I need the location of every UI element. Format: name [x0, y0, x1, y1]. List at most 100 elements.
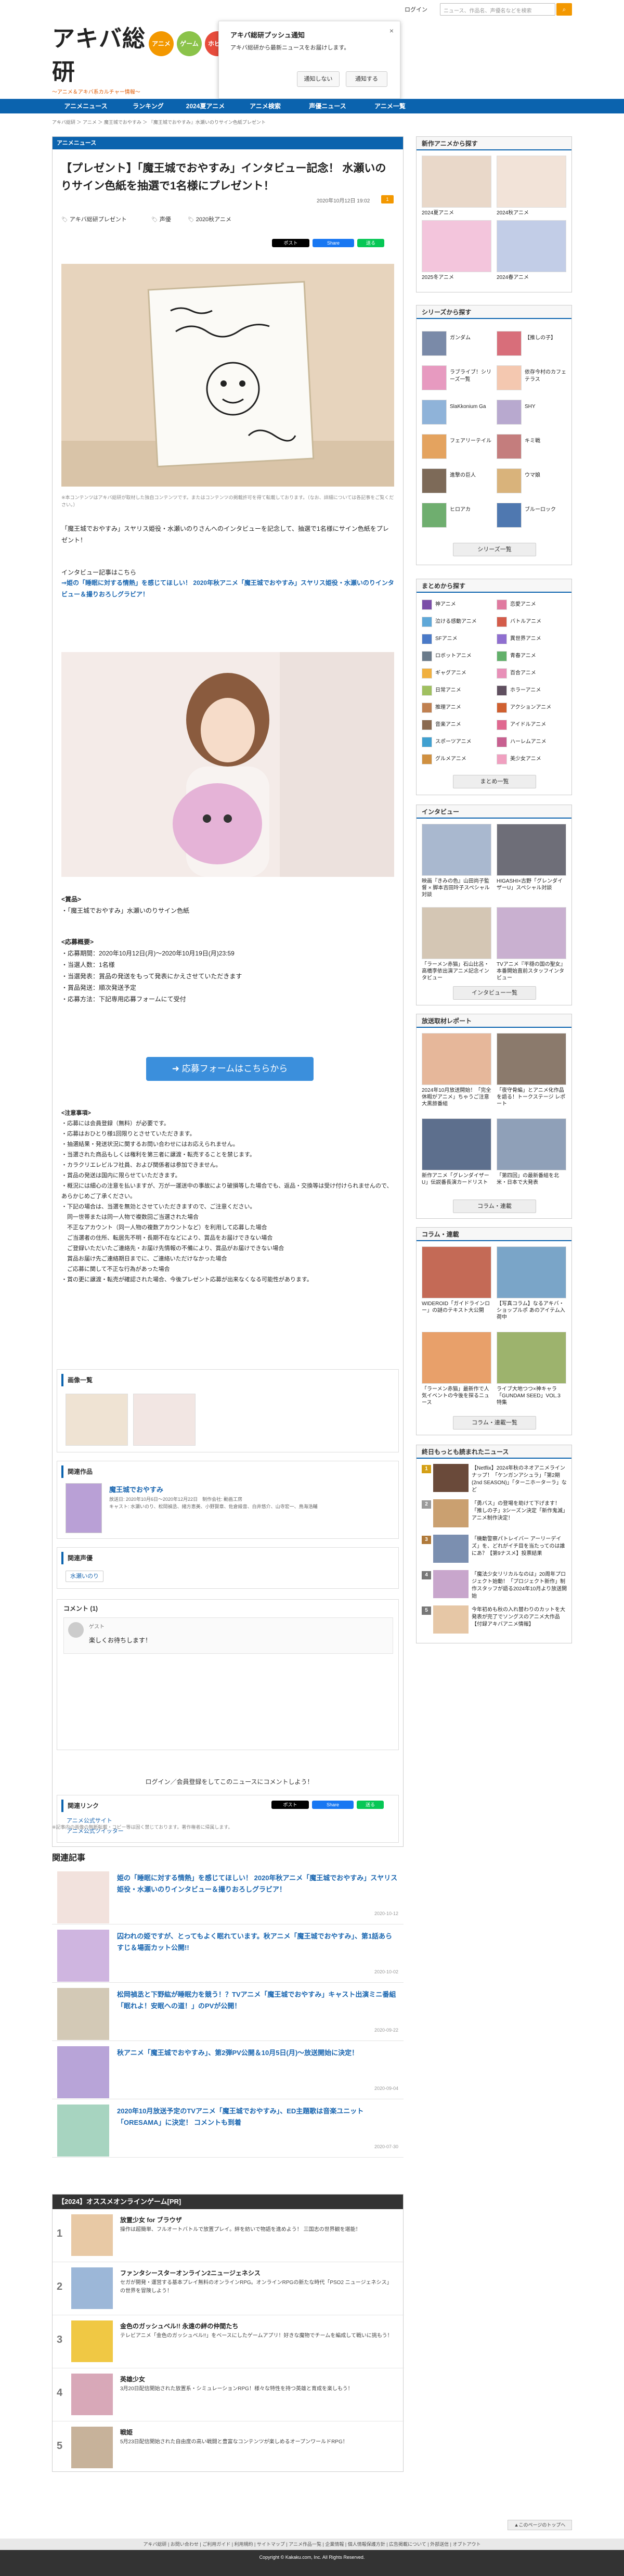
ranking-title[interactable]: 今年初めも秋の入れ替わりのカットを大発表が完了でソングスのアニメ大作品【付録アキ… — [472, 1606, 567, 1628]
matome-item[interactable]: アクションアニメ — [497, 701, 567, 715]
nav-summer-anime[interactable]: 2024夏アニメ — [177, 99, 234, 113]
interview-thumb[interactable] — [422, 824, 491, 876]
matome-item[interactable]: ロボットアニメ — [422, 649, 492, 663]
series-item[interactable]: SlaKkonium Ga — [422, 398, 492, 427]
breadcrumb[interactable]: アキバ総研 ＞ アニメ ＞ 魔王城でおやすみ ＞ 『魔王城でおやすみ』水瀬いのり… — [52, 119, 266, 125]
column-thumb[interactable] — [422, 1332, 491, 1384]
matome-item[interactable]: 推理アニメ — [422, 701, 492, 715]
nav-ranking[interactable]: ランキング — [120, 99, 177, 113]
related-article[interactable]: 松岡禎丞と下野紘が睡眠力を競う！？TVアニメ「魔王城でおやすみ」キャスト出演ミニ… — [52, 1984, 404, 2041]
image-thumb-board[interactable] — [66, 1394, 128, 1446]
tag-2020-autumn[interactable]: 2020秋アニメ — [188, 215, 231, 224]
matome-item[interactable]: 神アニメ — [422, 598, 492, 611]
comment-count-badge[interactable]: 1 — [381, 195, 394, 203]
new-anime-label[interactable]: 2024春アニメ — [497, 274, 529, 281]
apply-form-button[interactable]: ➜ 応募フォームはこちらから — [146, 1057, 314, 1081]
tag-present[interactable]: アキバ総研プレゼント — [61, 215, 127, 224]
ranking-item[interactable]: 3 「機動警察パトレイバー アーリーデイズ」を、どれがイチ目を当たってのは誰にあ… — [422, 1535, 567, 1567]
facebook-share-button-bottom[interactable]: Share — [312, 1801, 354, 1809]
game-item[interactable]: 4 英雄少女 3月20日配信開始された放置系・シミュレーションRPG！様々な特性… — [53, 2368, 404, 2421]
work-title-link[interactable]: 魔王城でおやすみ — [109, 1484, 163, 1494]
nav-anime-news[interactable]: アニメニュース — [52, 99, 120, 113]
related-article-title[interactable]: 囚われの姫ですが、とってもよく眠れています。秋アニメ「魔王城でおやすみ」、第1話… — [117, 1931, 398, 1954]
game-item[interactable]: 5 戦姫 5月23日配信開始された自由度の高い戦闘と豊富なコンテンツが楽しめるオ… — [53, 2421, 404, 2475]
game-title[interactable]: 戦姫 — [120, 2428, 133, 2437]
close-icon[interactable]: × — [389, 27, 394, 35]
matome-item[interactable]: アイドルアニメ — [497, 718, 567, 732]
column-title[interactable]: ライブ大地つつ×神キャラ「GUNDAM SEED」VOL.3 特集 — [497, 1386, 566, 1406]
new-anime-label[interactable]: 2024秋アニメ — [497, 210, 529, 216]
new-anime-thumb[interactable] — [497, 220, 566, 272]
game-item[interactable]: 3 金色のガッシュベル!! 永遠の絆の仲間たち テレビアニメ「金色のガッシュベル… — [53, 2315, 404, 2368]
search-button[interactable]: ⌕ — [556, 3, 572, 16]
related-article[interactable]: 姫の「睡眠に対する情熱」を感じてほしい！ 2020年秋アニメ「魔王城でおやすみ」… — [52, 1867, 404, 1924]
ranking-thumb[interactable] — [433, 1464, 469, 1492]
matome-item[interactable]: 恋愛アニメ — [497, 598, 567, 611]
series-item[interactable]: 【推しの子】 — [497, 329, 567, 359]
report-title[interactable]: 「第四回」の最新番組を北米・日本で大発表 — [497, 1172, 566, 1186]
game-thumb[interactable] — [71, 2374, 113, 2415]
new-anime-thumb[interactable] — [497, 156, 566, 208]
game-title[interactable]: 英雄少女 — [120, 2375, 145, 2383]
game-thumb[interactable] — [71, 2267, 113, 2309]
ranking-title[interactable]: 「魔法少女リリカルなのは」20周年プロジェクト始動！「プロジェクト新作」制作スタ… — [472, 1571, 567, 1600]
game-item[interactable]: 2 ファンタシースターオンライン2ニュージェネシス セガが開発・運営する基本プレ… — [53, 2262, 404, 2315]
ranking-thumb[interactable] — [433, 1570, 469, 1598]
new-anime-thumb[interactable] — [422, 156, 491, 208]
series-item[interactable]: ガンダム — [422, 329, 492, 359]
series-item[interactable]: ヒロアカ — [422, 501, 492, 530]
column-title[interactable]: 「ラーメン赤猫」最新作で人気イベントの今後を探るニュース — [422, 1386, 491, 1406]
new-anime-thumb[interactable] — [422, 220, 491, 272]
related-article-thumb[interactable] — [57, 1930, 109, 1982]
search-input[interactable]: ニュース、作品名、声優名などを検索 — [440, 3, 555, 16]
interview-title[interactable]: 「ラーメン赤猫」石山比呂・高橋李依出演アニメ記念インタビュー — [422, 961, 491, 981]
interview-title[interactable]: HIGASHI×古野「グレンダイザーU」スペシャル対談 — [497, 878, 566, 891]
series-item[interactable]: 依存今村のカフェテラス — [497, 364, 567, 393]
report-title[interactable]: 新作アニメ「グレンダイザーU」伝説番長演カードリスト — [422, 1172, 491, 1186]
login-link[interactable]: ログイン — [405, 5, 427, 14]
related-article-title[interactable]: 姫の「睡眠に対する情熱」を感じてほしい！ 2020年秋アニメ「魔王城でおやすみ」… — [117, 1872, 398, 1895]
report-thumb[interactable] — [422, 1118, 491, 1170]
report-thumb[interactable] — [422, 1033, 491, 1085]
x-post-button-bottom[interactable]: ポスト — [271, 1801, 309, 1809]
related-article[interactable]: 秋アニメ「魔王城でおやすみ」、第2弾PV公開＆10月5日(月)〜放送開始に決定！… — [52, 2042, 404, 2099]
column-title[interactable]: 【写真コラム】なるアキバ・ショップルポ あのアイテム入荷中 — [497, 1300, 566, 1321]
new-anime-label[interactable]: 2024夏アニメ — [422, 210, 454, 216]
comment-login-link[interactable]: ログイン／会員登録をしてこのニュースにコメントしよう！ — [136, 1777, 323, 1786]
game-thumb[interactable] — [71, 2427, 113, 2468]
interview-thumb[interactable] — [422, 907, 491, 959]
interview-more-button[interactable]: インタビュー一覧 — [453, 986, 536, 1000]
tag-seiyu[interactable]: 声優 — [151, 215, 171, 224]
seiyu-tag[interactable]: 水瀬いのり — [66, 1571, 103, 1582]
category-game-button[interactable]: ゲーム — [177, 31, 202, 56]
series-item[interactable]: ブルーロック — [497, 501, 567, 530]
matome-item[interactable]: 美少女アニメ — [497, 753, 567, 766]
push-allow-button[interactable]: 通知する — [346, 71, 387, 87]
series-item[interactable]: ウマ娘 — [497, 467, 567, 496]
series-item[interactable]: ラブライブ！シリーズ一覧 — [422, 364, 492, 393]
nav-anime-search[interactable]: アニメ検索 — [234, 99, 296, 113]
related-article[interactable]: 2020年10月放送予定のTVアニメ「魔王城でおやすみ」、ED主題歌は音楽ユニッ… — [52, 2100, 404, 2158]
column-thumb[interactable] — [497, 1332, 566, 1384]
nav-seiyu-news[interactable]: 声優ニュース — [296, 99, 359, 113]
related-article-thumb[interactable] — [57, 1988, 109, 2040]
matome-item[interactable]: グルメアニメ — [422, 753, 492, 766]
game-title[interactable]: 放置少女 for ブラウザ — [120, 2215, 182, 2224]
site-logo[interactable]: アキバ総研 〜アニメ＆アキバ系カルチャー情報〜 — [52, 20, 146, 95]
matome-item[interactable]: ギャグアニメ — [422, 667, 492, 680]
ranking-item[interactable]: 1 【Netflix】2024年秋のネオアニメラインナップ！「ケンガンアシュラ」… — [422, 1464, 567, 1496]
game-title[interactable]: ファンタシースターオンライン2ニュージェネシス — [120, 2268, 261, 2277]
ranking-item[interactable]: 2 「勇バス」の登場を助けて下げます！「推しの子」3シーズン決定「新作鬼滅」アニ… — [422, 1499, 567, 1532]
series-more-button[interactable]: シリーズ一覧 — [453, 543, 536, 556]
interview-link[interactable]: ⇒姫の「睡眠に対する情熱」を感じてほしい！ 2020年秋アニメ「魔王城でおやすみ… — [61, 577, 394, 600]
column-more-button[interactable]: コラム・連載一覧 — [453, 1416, 536, 1430]
interview-thumb[interactable] — [497, 907, 566, 959]
category-anime-button[interactable]: アニメ — [149, 31, 174, 56]
matome-item[interactable]: 日常アニメ — [422, 684, 492, 697]
x-post-button[interactable]: ポスト — [272, 239, 309, 247]
report-more-button[interactable]: コラム・連載 — [453, 1200, 536, 1213]
ranking-title[interactable]: 【Netflix】2024年秋のネオアニメラインナップ！「ケンガンアシュラ」「第… — [472, 1465, 567, 1494]
report-thumb[interactable] — [497, 1118, 566, 1170]
ranking-thumb[interactable] — [433, 1499, 469, 1527]
series-item[interactable]: フェアリーテイル — [422, 432, 492, 462]
